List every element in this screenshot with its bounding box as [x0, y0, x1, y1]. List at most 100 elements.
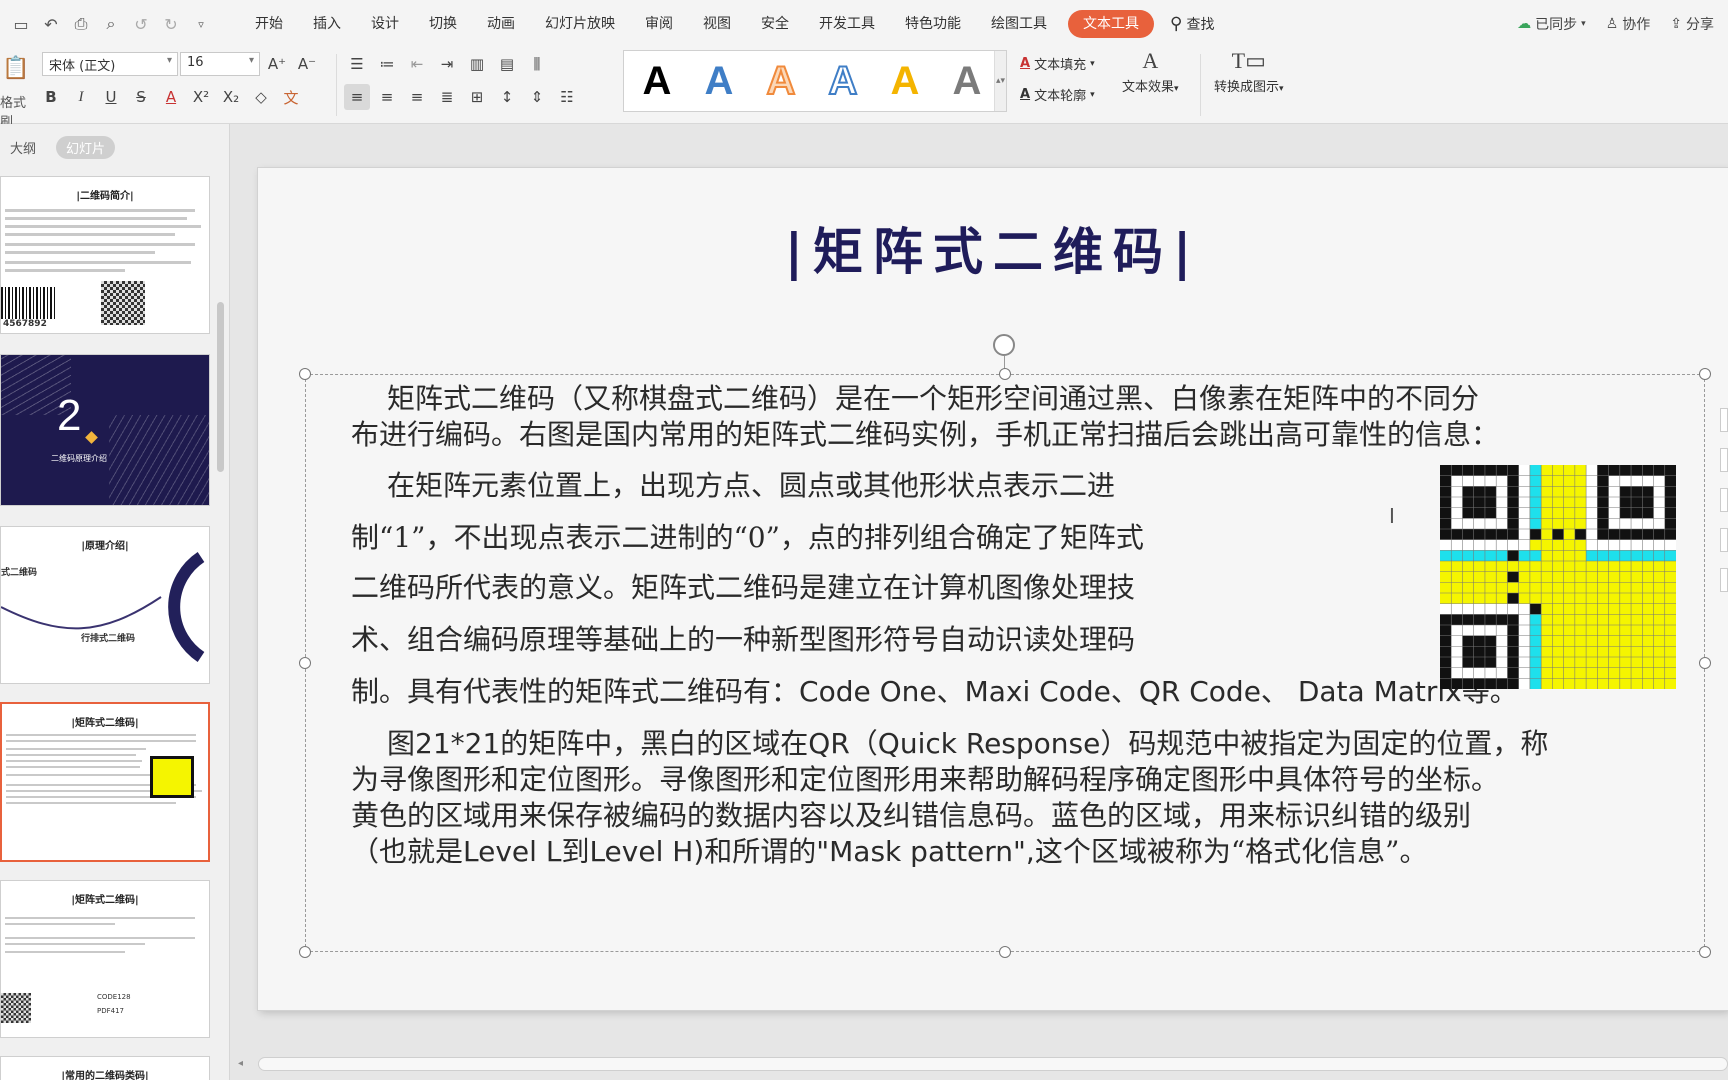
menu-drawing-tools[interactable]: 绘图工具 — [976, 10, 1062, 38]
undo-history-icon[interactable]: ↶ — [38, 11, 64, 37]
resize-handle-s[interactable] — [999, 946, 1011, 958]
spacing-options-icon[interactable]: ☷ — [554, 84, 580, 110]
text-box-icon[interactable]: ▤ — [494, 51, 520, 77]
menu-review[interactable]: 审阅 — [630, 10, 688, 38]
side-tool-5[interactable] — [1720, 568, 1728, 592]
undo-icon[interactable]: ↺ — [128, 11, 154, 37]
side-tool-2[interactable] — [1720, 448, 1728, 472]
align-center-icon[interactable]: ≡ — [374, 84, 400, 110]
slide-thumb-4[interactable]: |矩阵式二维码| — [0, 702, 210, 862]
print-preview-icon[interactable]: ⌕ — [98, 11, 124, 37]
menu-insert[interactable]: 插入 — [298, 10, 356, 38]
columns-icon[interactable]: ▥ — [464, 51, 490, 77]
subscript-icon[interactable]: X₂ — [218, 84, 244, 110]
save-icon[interactable]: ▭ — [8, 11, 34, 37]
panel-scrollbar[interactable] — [217, 302, 224, 472]
bold-icon[interactable]: B — [38, 84, 64, 110]
distributed-icon[interactable]: ⊞ — [464, 84, 490, 110]
qr-thumb-image — [150, 756, 194, 798]
menu-transition[interactable]: 切换 — [414, 10, 472, 38]
horizontal-scrollbar[interactable] — [258, 1057, 1728, 1071]
menu-features[interactable]: 特色功能 — [890, 10, 976, 38]
menu-developer[interactable]: 开发工具 — [804, 10, 890, 38]
menu-view[interactable]: 视图 — [688, 10, 746, 38]
text-outline-button[interactable]: A 文本轮廓 ▾ — [1020, 85, 1095, 104]
align-right-icon[interactable]: ≡ — [404, 84, 430, 110]
thumb-left-label: 式二维码 — [1, 568, 38, 578]
menu-animation[interactable]: 动画 — [472, 10, 530, 38]
search-button[interactable]: ⚲ 查找 — [1170, 14, 1214, 34]
redo-icon[interactable]: ↻ — [158, 11, 184, 37]
side-tool-1[interactable] — [1720, 408, 1728, 432]
menu-security[interactable]: 安全 — [746, 10, 804, 38]
side-tool-4[interactable] — [1720, 528, 1728, 552]
scroll-left-icon[interactable]: ◂ — [238, 1058, 243, 1069]
menu-home[interactable]: 开始 — [240, 10, 298, 38]
resize-handle-se[interactable] — [1699, 946, 1711, 958]
resize-handle-nw[interactable] — [299, 368, 311, 380]
text-effect-button[interactable]: A 文本效果▾ — [1122, 48, 1179, 95]
menu-design[interactable]: 设计 — [356, 10, 414, 38]
font-name-select[interactable]: 宋体 (正文) ▾ — [42, 52, 178, 76]
align-left-icon[interactable]: ≡ — [344, 84, 370, 110]
rotate-handle[interactable] — [993, 334, 1015, 356]
qr-timing-module — [1529, 529, 1542, 540]
search-icon: ⚲ — [1170, 14, 1183, 34]
increase-indent-icon[interactable]: ⇥ — [434, 51, 460, 77]
font-size-select[interactable]: 16 ▾ — [180, 52, 260, 76]
slide-thumb-6[interactable]: |常用的二维码类码| — [0, 1056, 210, 1080]
decrease-indent-icon[interactable]: ⇤ — [404, 51, 430, 77]
slide-thumb-5[interactable]: |矩阵式二维码| CODE128 PDF417 — [0, 880, 210, 1038]
paragraph-spacing-icon[interactable]: ⇕ — [524, 84, 550, 110]
slide-thumb-1[interactable]: |二维码简介| 4567892 — [0, 176, 210, 334]
collab-button[interactable]: ♙ 协作 — [1606, 14, 1651, 34]
sync-button[interactable]: ☁ 已同步 ▾ — [1517, 14, 1586, 34]
slide-thumb-2[interactable]: 2 二维码原理介绍 — [0, 354, 210, 506]
font-color-icon[interactable]: A — [158, 84, 184, 110]
shrink-font-icon[interactable]: A⁻ — [294, 51, 320, 77]
resize-handle-n[interactable] — [999, 368, 1011, 380]
text-direction-icon[interactable]: ⫼ — [524, 51, 550, 77]
search-label: 查找 — [1186, 17, 1215, 33]
strikethrough-icon[interactable]: S — [128, 84, 154, 110]
share-icon: ⇪ — [1670, 16, 1682, 32]
slide-thumb-3[interactable]: |原理介绍| 式二维码 行排式二维码 — [0, 526, 210, 684]
text-style-blue-outline[interactable]: A — [820, 60, 866, 102]
convert-diagram-button[interactable]: T▭ 转换成图示▾ — [1214, 48, 1284, 95]
slide-title[interactable]: |矩阵式二维码| — [258, 212, 1728, 284]
text-style-gray[interactable]: A — [944, 61, 990, 101]
underline-icon[interactable]: U — [98, 84, 124, 110]
italic-icon[interactable]: I — [68, 84, 94, 110]
clear-format-icon[interactable]: ◇ — [248, 84, 274, 110]
menu-text-tools[interactable]: 文本工具 — [1068, 10, 1154, 38]
p2-text-4: 术、组合编码原理等基础上的一种新型图形符号自动识读处理码 — [351, 623, 1136, 656]
resize-handle-ne[interactable] — [1699, 368, 1711, 380]
tab-outline[interactable]: 大纲 — [0, 136, 46, 159]
print-icon[interactable]: ⎙ — [68, 11, 94, 37]
qr-code-image[interactable] — [1440, 465, 1676, 689]
bullet-list-icon[interactable]: ☰ — [344, 51, 370, 77]
gallery-scroll[interactable]: ▴▾ — [994, 51, 1006, 111]
resize-handle-w[interactable] — [299, 657, 311, 669]
superscript-icon[interactable]: X² — [188, 84, 214, 110]
phonetic-icon[interactable]: 文 — [278, 84, 304, 110]
text-style-black[interactable]: A — [634, 61, 680, 101]
grow-font-icon[interactable]: A⁺ — [264, 51, 290, 77]
resize-handle-sw[interactable] — [299, 946, 311, 958]
tab-slides[interactable]: 幻灯片 — [56, 136, 116, 159]
menu-slideshow[interactable]: 幻灯片放映 — [530, 10, 630, 38]
resize-handle-e[interactable] — [1699, 657, 1711, 669]
text-style-blue[interactable]: A — [696, 61, 742, 101]
text-style-orange-outline[interactable]: A — [758, 60, 804, 102]
qr-thumb-image — [1, 993, 31, 1023]
text-fill-button[interactable]: A 文本填充 ▾ — [1020, 54, 1095, 73]
share-button[interactable]: ⇪ 分享 — [1670, 14, 1714, 34]
side-tool-3[interactable] — [1720, 488, 1728, 512]
justify-icon[interactable]: ≣ — [434, 84, 460, 110]
text-style-yellow[interactable]: A — [882, 61, 928, 101]
customize-icon[interactable]: ▿ — [188, 11, 214, 37]
format-painter-button[interactable]: 📋 格式刷 — [0, 52, 36, 130]
main-menu: 开始 插入 设计 切换 动画 幻灯片放映 审阅 视图 安全 开发工具 特色功能 … — [240, 10, 1214, 38]
numbered-list-icon[interactable]: ≔ — [374, 51, 400, 77]
line-spacing-icon[interactable]: ↕ — [494, 84, 520, 110]
